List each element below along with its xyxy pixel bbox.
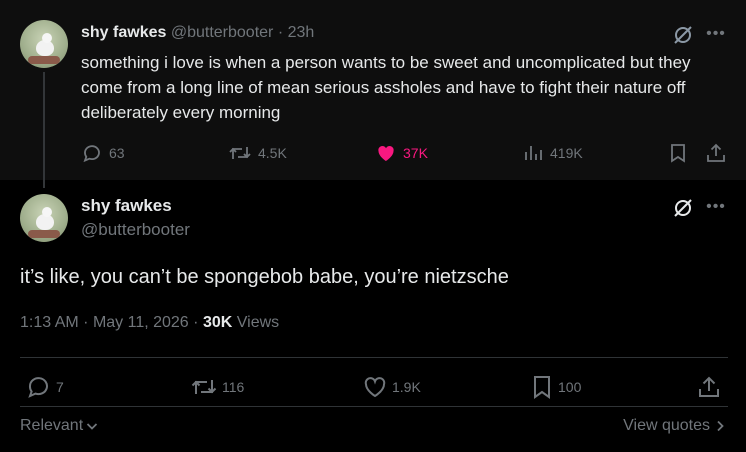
divider: [20, 357, 728, 358]
bookmark-button[interactable]: [668, 142, 688, 164]
views-button[interactable]: 419K: [522, 142, 583, 164]
parent-action-bar: 63 4.5K 37K 419K: [0, 141, 746, 165]
bookmark-icon: [530, 374, 554, 400]
reply-count: 63: [109, 145, 125, 161]
views-total: 30K: [202, 314, 233, 331]
bookmark-count: 100: [558, 379, 582, 395]
repost-icon: [190, 374, 218, 400]
repost-button[interactable]: 4.5K: [228, 142, 287, 164]
like-button[interactable]: 37K: [375, 142, 428, 164]
thread-line: [43, 72, 45, 188]
reply-icon: [81, 142, 103, 164]
share-button[interactable]: [705, 142, 727, 164]
repost-count: 4.5K: [258, 145, 287, 161]
author-handle[interactable]: @butterbooter: [171, 24, 274, 41]
chevron-down-icon: [85, 419, 99, 433]
repost-icon: [228, 142, 252, 164]
author-handle[interactable]: @butterbooter: [81, 220, 190, 240]
post-date[interactable]: May 11, 2026: [93, 314, 189, 331]
view-quotes-link[interactable]: View quotes: [623, 417, 726, 435]
main-tweet-text: it’s like, you can’t be spongebob babe, …: [20, 266, 509, 288]
like-button[interactable]: 1.9K: [362, 374, 421, 400]
parent-tweet-header: shy fawkes @butterbooter · 23h: [81, 24, 314, 42]
more-icon[interactable]: •••: [705, 23, 727, 45]
grok-icon[interactable]: [672, 197, 694, 219]
share-icon: [705, 142, 727, 164]
view-quotes-label: View quotes: [623, 417, 710, 434]
avatar[interactable]: [20, 194, 68, 242]
chevron-right-icon: [714, 419, 726, 433]
parent-tweet-text: something i love is when a person wants …: [81, 53, 691, 122]
views-icon: [522, 142, 544, 164]
timestamp[interactable]: 23h: [288, 24, 315, 41]
repost-count: 116: [222, 379, 245, 395]
like-count: 1.9K: [392, 379, 421, 395]
bookmark-button[interactable]: 100: [530, 374, 581, 400]
views-label: Views: [236, 314, 280, 331]
avatar[interactable]: [20, 20, 68, 68]
separator: ·: [83, 314, 89, 331]
like-count: 37K: [403, 145, 428, 161]
sort-label: Relevant: [20, 417, 84, 434]
share-icon: [696, 374, 722, 400]
reply-count: 7: [56, 379, 64, 395]
grok-icon[interactable]: [672, 24, 694, 46]
tweet-meta: 1:13 AM · May 11, 2026 · 30K Views: [20, 314, 279, 332]
parent-tweet[interactable]: shy fawkes @butterbooter · 23h ••• somet…: [0, 0, 746, 188]
divider: [20, 406, 728, 407]
author-name[interactable]: shy fawkes: [81, 196, 172, 216]
reply-icon: [26, 374, 52, 400]
separator: ·: [193, 314, 199, 331]
reply-button[interactable]: 63: [81, 142, 125, 164]
post-time[interactable]: 1:13 AM: [20, 314, 79, 331]
sort-dropdown[interactable]: Relevant: [20, 417, 99, 435]
share-button[interactable]: [696, 374, 722, 400]
repost-button[interactable]: 116: [190, 374, 244, 400]
like-icon: [362, 374, 388, 400]
views-count: 419K: [550, 145, 583, 161]
reply-button[interactable]: 7: [26, 374, 64, 400]
like-icon: [375, 142, 397, 164]
more-icon[interactable]: •••: [705, 196, 727, 218]
bookmark-icon: [668, 142, 688, 164]
author-name[interactable]: shy fawkes: [81, 24, 166, 41]
separator: ·: [277, 24, 284, 41]
